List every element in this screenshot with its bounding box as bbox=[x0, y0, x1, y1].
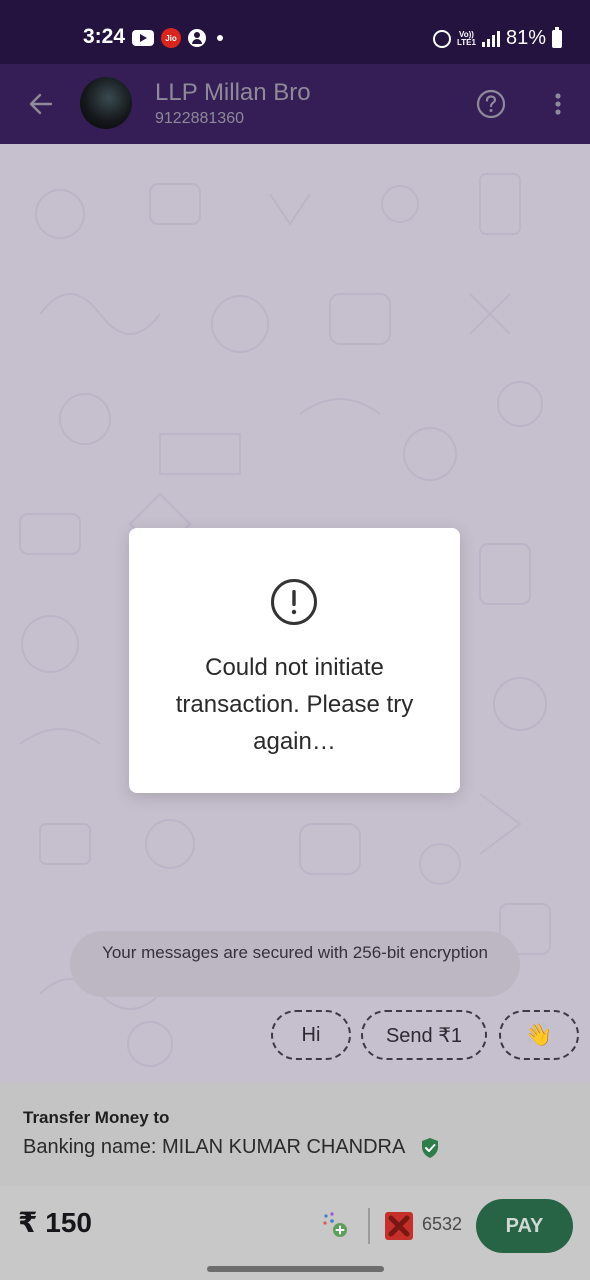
help-icon[interactable] bbox=[475, 88, 507, 120]
status-icons-left: Jio bbox=[132, 28, 223, 48]
youtube-icon bbox=[132, 30, 154, 46]
transfer-title: Transfer Money to bbox=[23, 1108, 170, 1127]
verified-shield-icon bbox=[422, 1137, 439, 1158]
volte-icon: Vo)) LTE1 bbox=[457, 30, 476, 47]
pay-button[interactable]: PAY bbox=[476, 1199, 573, 1253]
quick-reply-hi[interactable]: Hi bbox=[271, 1010, 351, 1060]
chat-header: LLP Millan Bro 9122881360 bbox=[0, 64, 590, 144]
pay-bar: ₹ 150 6532 PAY bbox=[0, 1186, 590, 1280]
sparkle-add-icon[interactable] bbox=[320, 1210, 350, 1240]
contact-number: 9122881360 bbox=[155, 110, 244, 127]
error-dialog: Could not initiate transaction. Please t… bbox=[129, 528, 460, 793]
back-arrow-icon[interactable] bbox=[25, 88, 57, 120]
quick-reply-send-1[interactable]: Send ₹1 bbox=[361, 1010, 487, 1060]
banking-name: Banking name: MILAN KUMAR CHANDRA bbox=[23, 1136, 406, 1158]
transfer-section: Transfer Money to Banking name: MILAN KU… bbox=[0, 1082, 590, 1186]
status-bar: 3:24 Jio Vo)) LTE1 81% bbox=[0, 0, 590, 64]
banking-name-row: Banking name: MILAN KUMAR CHANDRA bbox=[23, 1136, 441, 1159]
status-time: 3:24 bbox=[83, 25, 126, 48]
status-icons-right: Vo)) LTE1 81% bbox=[433, 26, 562, 50]
jio-icon: Jio bbox=[161, 28, 181, 48]
battery-icon bbox=[552, 26, 562, 48]
user-icon bbox=[188, 29, 206, 47]
home-indicator[interactable] bbox=[207, 1266, 384, 1272]
account-last-digits[interactable]: 6532 bbox=[422, 1214, 462, 1235]
more-vertical-icon[interactable] bbox=[546, 88, 570, 120]
signal-icon bbox=[481, 30, 500, 47]
avatar[interactable] bbox=[80, 77, 132, 129]
alarm-icon bbox=[433, 29, 451, 48]
alert-circle-icon bbox=[271, 579, 317, 625]
amount-input[interactable]: ₹ 150 bbox=[18, 1206, 92, 1239]
quick-reply-wave[interactable]: 👋 bbox=[499, 1010, 579, 1060]
error-message: Could not initiate transaction. Please t… bbox=[175, 654, 414, 755]
quick-replies: Hi Send ₹1 👋 bbox=[0, 1010, 590, 1060]
volte-label-bottom: LTE1 bbox=[457, 37, 476, 47]
encryption-notice: Your messages are secured with 256-bit e… bbox=[70, 931, 520, 997]
dot-icon bbox=[217, 35, 223, 41]
divider bbox=[368, 1208, 370, 1244]
battery-percent: 81% bbox=[505, 27, 546, 49]
bank-logo-icon[interactable] bbox=[383, 1210, 415, 1242]
contact-name[interactable]: LLP Millan Bro bbox=[155, 79, 311, 107]
